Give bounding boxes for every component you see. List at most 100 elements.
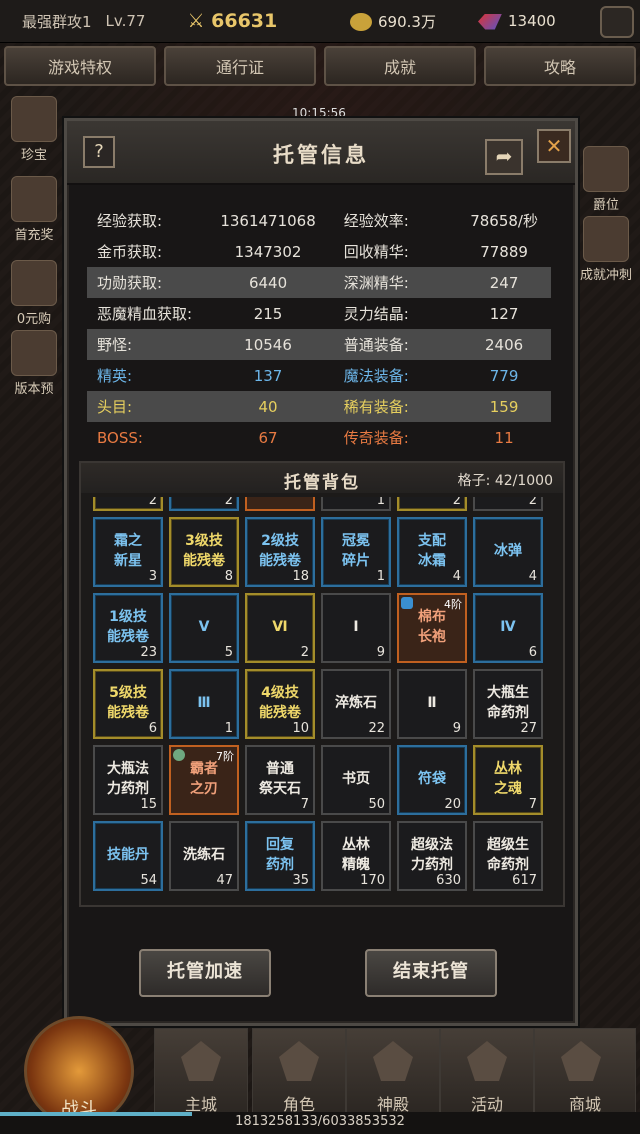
stat-value: 215 xyxy=(253,304,283,323)
bag-slot[interactable]: 符袋 20 xyxy=(397,745,467,815)
side-achievement-sprint[interactable]: 成就冲刺 xyxy=(578,216,634,283)
item-name: 3级技 能残卷 xyxy=(183,533,225,569)
bag-slot[interactable]: Ⅲ1 xyxy=(169,669,239,739)
stat-label: 经验效率: xyxy=(343,212,409,230)
side-label: 版本预 xyxy=(14,382,54,397)
bag-slot[interactable]: 大瓶法 力药剂 15 xyxy=(93,745,163,815)
item-count: 617 xyxy=(512,873,537,888)
share-button[interactable]: ➦ xyxy=(485,139,523,175)
bag-slot[interactable]: 4级技 能残卷 10 xyxy=(245,669,315,739)
bag-slot[interactable]: 2 xyxy=(93,497,163,511)
bag-slot[interactable]: 1级技 能残卷 23 xyxy=(93,593,163,663)
stat-label: 头目: xyxy=(97,398,133,416)
item-name: 2级技 能残卷 xyxy=(259,533,301,569)
bag-slot[interactable]: Ⅳ6 xyxy=(473,593,543,663)
stat-label: 回收精华: xyxy=(343,243,409,261)
bag-slot[interactable] xyxy=(245,497,315,511)
stats-table: 经验获取: 1361471068 经验效率: 78658/秒 金币获取: 1347302 回… xyxy=(87,205,551,453)
gold-display[interactable]: 690.3万 xyxy=(350,11,436,32)
side-first-recharge[interactable]: 首充奖 xyxy=(6,176,62,243)
nav-guide-button[interactable]: 攻略 xyxy=(484,46,636,86)
auto-bag-panel: 托管背包 格子: 42/1000 2 2 1 2 2 霜之 新星 3 3级技 能残卷 8 2级技 … xyxy=(79,461,565,907)
bag-slot[interactable]: 普通 祭天石 7 xyxy=(245,745,315,815)
tab-temple[interactable]: 神殿 xyxy=(346,1028,440,1120)
item-count: 27 xyxy=(520,721,537,736)
speedup-button[interactable]: 托管加速 xyxy=(139,949,271,997)
bag-slot[interactable]: 3级技 能残卷 8 xyxy=(169,517,239,587)
bag-slot[interactable]: Ⅰ9 xyxy=(321,593,391,663)
menu-button[interactable] xyxy=(600,6,634,38)
bag-slot[interactable]: 支配 冰霜 4 xyxy=(397,517,467,587)
item-count: 2 xyxy=(452,497,461,508)
side-label: 珍宝 xyxy=(20,148,47,163)
bag-slot[interactable]: 5级技 能残卷 6 xyxy=(93,669,163,739)
chest-icon xyxy=(11,176,57,222)
player-level: Lv.77 xyxy=(105,12,146,30)
side-version[interactable]: 版本预 xyxy=(6,330,62,397)
bag-slot[interactable]: 洗练石 47 xyxy=(169,821,239,891)
bag-slot[interactable]: 2级技 能残卷 18 xyxy=(245,517,315,587)
bag-slot[interactable]: 大瓶生 命药剂 27 xyxy=(473,669,543,739)
stat-value: 1347302 xyxy=(234,242,302,261)
stat-value: 40 xyxy=(258,397,278,416)
stat-label: 经验获取: xyxy=(97,212,163,230)
stat-value: 159 xyxy=(489,397,519,416)
bag-slot[interactable]: Ⅴ5 xyxy=(169,593,239,663)
item-count: 35 xyxy=(292,873,309,888)
exp-bar: 1813258133/6033853532 xyxy=(0,1112,640,1134)
bag-slot[interactable]: 回复 药剂 35 xyxy=(245,821,315,891)
bag-slot[interactable]: 丛林 之魂 7 xyxy=(473,745,543,815)
tab-battle[interactable]: 战斗 xyxy=(24,1016,134,1126)
tab-character[interactable]: 角色 xyxy=(252,1028,346,1120)
gem-display[interactable]: 13400 xyxy=(478,12,556,30)
bag-slot[interactable]: 2 xyxy=(169,497,239,511)
side-rank[interactable]: 爵位 xyxy=(578,146,634,213)
bag-slot[interactable]: Ⅱ9 xyxy=(397,669,467,739)
chest-icon xyxy=(11,330,57,376)
bag-slot[interactable]: 超级生 命药剂 617 xyxy=(473,821,543,891)
bag-slot[interactable]: 2 xyxy=(397,497,467,511)
bag-slot[interactable]: 技能丹 54 xyxy=(93,821,163,891)
bag-slot[interactable]: 7阶 霸者 之刃 xyxy=(169,745,239,815)
stat-value: 2406 xyxy=(484,335,524,354)
bag-slot[interactable]: 超级法 力药剂 630 xyxy=(397,821,467,891)
close-button[interactable]: ✕ xyxy=(537,129,571,163)
item-count: 18 xyxy=(292,569,309,584)
item-name: 普通 祭天石 xyxy=(259,761,301,797)
bag-slot[interactable]: 4阶 棉布 长袍 xyxy=(397,593,467,663)
gold-value: 690.3万 xyxy=(378,12,436,31)
item-count: 6 xyxy=(528,645,537,660)
item-count: 9 xyxy=(452,721,461,736)
item-name: 洗练石 xyxy=(183,847,225,863)
item-count: 1 xyxy=(224,721,233,736)
bag-slot[interactable]: 1 xyxy=(321,497,391,511)
bag-grid[interactable]: 2 2 1 2 2 霜之 新星 3 3级技 能残卷 8 2级技 能残卷 18 冠冕 碎片 1 支配 冰霜 4… xyxy=(93,497,549,893)
nav-privilege-button[interactable]: 游戏特权 xyxy=(4,46,156,86)
bag-slot[interactable]: 丛林 精魄 170 xyxy=(321,821,391,891)
stat-label: 精英: xyxy=(97,367,133,385)
tab-events[interactable]: 活动 xyxy=(440,1028,534,1120)
bag-slot[interactable]: 书页 50 xyxy=(321,745,391,815)
nav-pass-button[interactable]: 通行证 xyxy=(164,46,316,86)
bag-slot[interactable]: 2 xyxy=(473,497,543,511)
bag-slot[interactable]: 淬炼石 22 xyxy=(321,669,391,739)
tab-main-city[interactable]: 主城 xyxy=(154,1028,248,1120)
bag-slot[interactable]: 冰弹 4 xyxy=(473,517,543,587)
side-zero-buy[interactable]: 0元购 xyxy=(6,260,62,327)
castle-icon xyxy=(181,1041,221,1081)
bag-slot[interactable]: 冠冕 碎片 1 xyxy=(321,517,391,587)
side-treasure[interactable]: 珍宝 xyxy=(6,96,62,163)
end-auto-button[interactable]: 结束托管 xyxy=(365,949,497,997)
exp-text: 1813258133/6033853532 xyxy=(235,1114,405,1129)
stat-value: 127 xyxy=(489,304,519,323)
item-name: 霜之 新星 xyxy=(114,533,142,569)
item-count: 7 xyxy=(528,797,537,812)
gold-coin-icon xyxy=(350,13,372,31)
bag-slot[interactable]: 霜之 新星 3 xyxy=(93,517,163,587)
tab-shop[interactable]: 商城 xyxy=(534,1028,636,1120)
bag-capacity: 格子: 42/1000 xyxy=(457,473,553,489)
stats-row: 野怪: 10546 普通装备: 2406 xyxy=(87,329,551,360)
bag-slot[interactable]: Ⅵ2 xyxy=(245,593,315,663)
combat-power-value: 66631 xyxy=(211,10,278,32)
nav-achievement-button[interactable]: 成就 xyxy=(324,46,476,86)
